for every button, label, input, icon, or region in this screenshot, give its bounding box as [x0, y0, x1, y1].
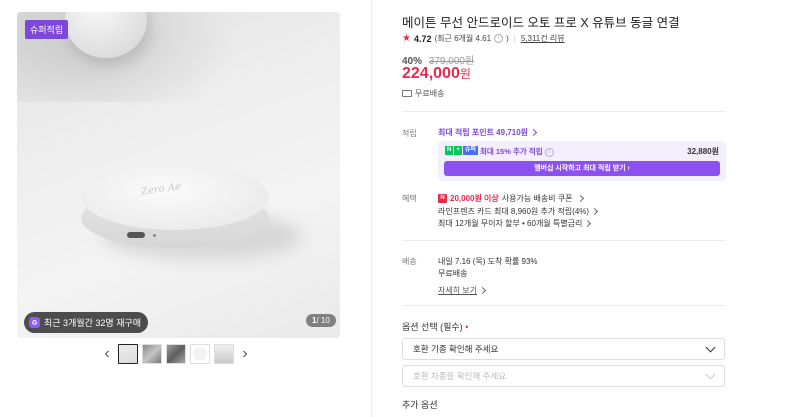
- extra-point-amount: 32,880원: [687, 147, 719, 156]
- chevron-down-icon: [705, 342, 716, 352]
- extra-point-text: 최대 15% 추가 적립 i: [480, 146, 554, 157]
- repurchase-badge: ♻ 최근 3개월간 32명 재구매: [24, 312, 149, 333]
- rating-row: ★ 4.72 (최근 6개월 4.61 i) | 5,311건 리뷰: [402, 33, 565, 44]
- chevron-left-icon: ‹: [104, 345, 110, 362]
- card-benefit[interactable]: 라인프렌즈 카드 최대 8,960원 추가 적립(4%): [438, 206, 599, 217]
- thumbnail[interactable]: [166, 344, 186, 364]
- card-benefit-text: 라인프렌즈 카드 최대 8,960원 추가 적립(4%): [438, 207, 590, 216]
- info-icon[interactable]: i: [544, 147, 554, 157]
- npay-badges: N + 슈퍼: [445, 146, 478, 155]
- chevron-right-icon: ›: [627, 165, 630, 172]
- thumbnail[interactable]: [118, 344, 138, 364]
- delivery-fee: 무료배송: [438, 269, 468, 278]
- npay-n-badge: N: [445, 146, 454, 155]
- thumbnail-strip: ‹ ›: [100, 343, 252, 365]
- benefit-label: 혜택: [402, 194, 417, 203]
- npay-plus-badge: +: [454, 146, 462, 155]
- option-title: 옵션 선택 (필수) •: [402, 320, 468, 333]
- chevron-right-icon: [591, 208, 599, 216]
- section-divider: [402, 111, 726, 112]
- image-counter: 1/ 10: [306, 314, 336, 327]
- point-label: 적립: [402, 129, 417, 138]
- delivery-detail-link[interactable]: 자세히 보기: [438, 285, 487, 296]
- image-counter-total: / 10: [316, 316, 330, 325]
- npay-point-box: N + 슈퍼 최대 15% 추가 적립 i 32,880원 멤버십 시작하고 최대…: [438, 141, 726, 181]
- info-icon[interactable]: i: [494, 34, 504, 43]
- rating-separator: |: [513, 34, 516, 43]
- coupon-minimum: 20,000원 이상: [450, 194, 499, 203]
- extra-point-label: 최대 15% 추가 적립: [480, 147, 543, 156]
- shipping-label: 무료배송: [415, 89, 445, 98]
- membership-button[interactable]: 멤버십 시작하고 최대 적립 받기 ›: [444, 161, 720, 176]
- model-select[interactable]: 호환 기종 확인해 주세요: [402, 338, 725, 360]
- super-point-badge: 슈퍼적립: [25, 20, 69, 39]
- rating-score: 4.72: [413, 33, 432, 44]
- option-title-text: 옵션 선택 (필수): [402, 322, 463, 332]
- thumb-next-button[interactable]: ›: [238, 343, 252, 365]
- rating-recent: (최근 6개월 4.61: [434, 34, 492, 43]
- npay-super-badge: 슈퍼: [462, 146, 478, 155]
- required-mark: •: [465, 322, 469, 332]
- chevron-right-icon: [529, 129, 538, 137]
- delivery-arrival: 내일 7.16 (목) 도착 확률 93%: [438, 257, 538, 266]
- thumbnail[interactable]: [142, 344, 162, 364]
- car-select[interactable]: 호환 차종을 확인해 주세요: [402, 365, 725, 387]
- rating-paren: ): [506, 34, 509, 43]
- chevron-right-icon: [577, 194, 585, 203]
- column-divider: [371, 0, 372, 417]
- car-select-value: 호환 차종을 확인해 주세요: [413, 371, 507, 381]
- repurchase-icon: ♻: [29, 317, 40, 328]
- truck-icon: [402, 90, 412, 97]
- coupon-benefit[interactable]: N 20,000원 이상 사용가능 배송비 쿠폰: [438, 193, 585, 204]
- chevron-right-icon: [478, 287, 487, 295]
- delivery-detail-text: 자세히 보기: [438, 286, 478, 295]
- extra-option-title: 추가 옵션: [402, 400, 438, 410]
- review-count-link[interactable]: 5,311건 리뷰: [521, 33, 565, 44]
- installment-text: 최대 12개월 무이자 할부 • 60개월 특별금리: [438, 219, 583, 228]
- thumb-prev-button[interactable]: ‹: [100, 343, 114, 365]
- max-point-text: 최대 적립 포인트 49,710원: [438, 128, 529, 137]
- thumbnail[interactable]: [190, 344, 210, 364]
- thumbnail[interactable]: [214, 344, 234, 364]
- model-select-value: 호환 기종 확인해 주세요: [413, 344, 499, 354]
- max-point-link[interactable]: 최대 적립 포인트 49,710원: [438, 127, 538, 138]
- device-top: [81, 164, 269, 230]
- device-led: [153, 234, 156, 237]
- product-title: 메이튼 무선 안드로이드 오토 프로 X 유튜브 동글 연결: [402, 16, 680, 30]
- chevron-down-icon: [705, 369, 716, 379]
- installment-benefit[interactable]: 최대 12개월 무이자 할부 • 60개월 특별금리: [438, 218, 592, 229]
- coupon-desc: 사용가능 배송비 쿠폰: [501, 194, 573, 203]
- delivery-label: 배송: [402, 257, 417, 266]
- membership-button-label: 멤버십 시작하고 최대 적립 받기: [534, 165, 626, 172]
- product-main-image[interactable]: Zero Ae: [17, 12, 340, 338]
- coupon-icon: N: [438, 194, 447, 203]
- chevron-right-icon: [584, 220, 592, 228]
- sale-price: 224,000원: [402, 65, 471, 83]
- repurchase-text: 최근 3개월간 32명 재구매: [44, 318, 142, 328]
- chevron-right-icon: ›: [242, 345, 248, 362]
- section-divider: [402, 305, 726, 306]
- sale-price-unit: 원: [459, 67, 471, 81]
- section-divider: [402, 240, 726, 241]
- shipping-info: 무료배송: [402, 88, 444, 99]
- usb-port: [127, 232, 145, 238]
- star-icon: ★: [402, 33, 411, 44]
- sale-price-value: 224,000: [402, 65, 460, 82]
